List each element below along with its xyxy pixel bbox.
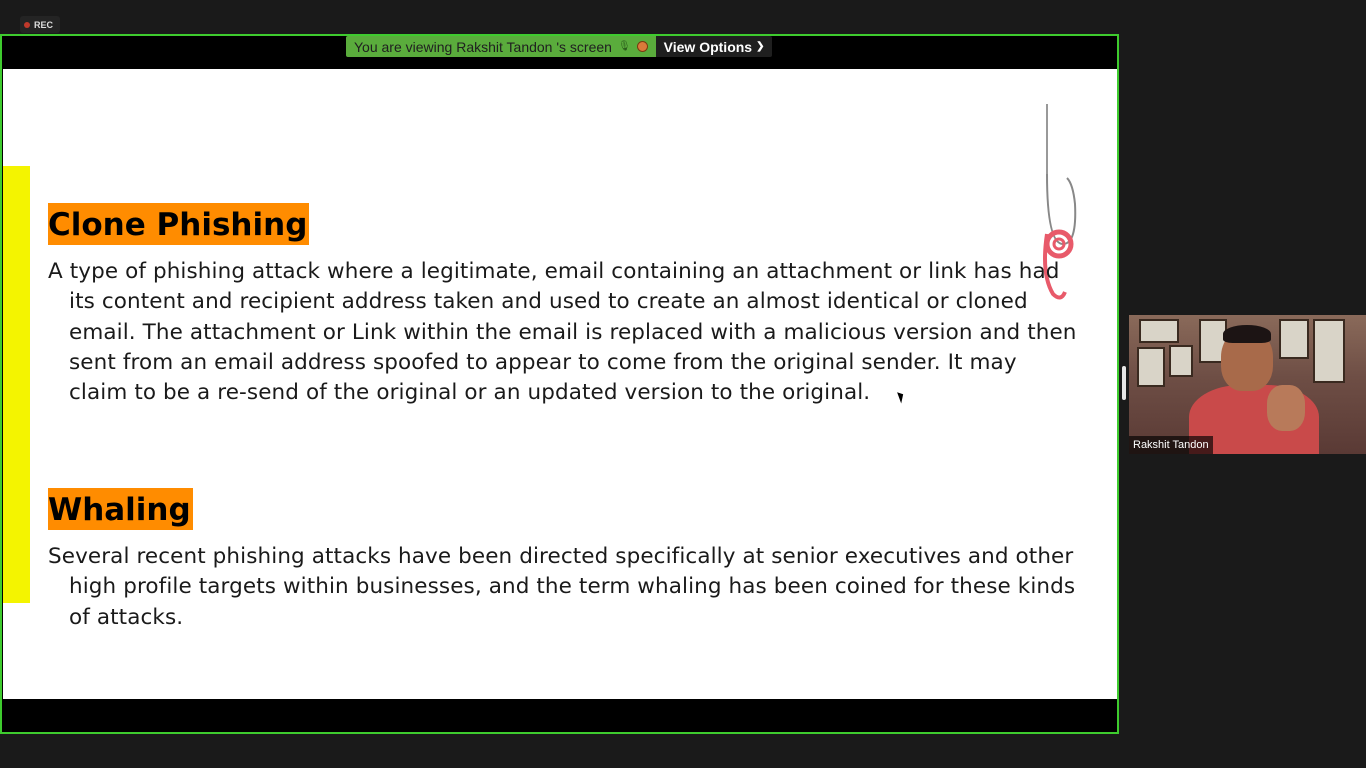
stop-share-icon[interactable] [636,41,648,52]
screen-share-frame: You are viewing Rakshit Tandon 's screen… [0,34,1119,734]
view-options-label: View Options [663,38,753,55]
share-bottom-bar [2,699,1117,732]
viewing-status-text: You are viewing Rakshit Tandon 's screen [354,38,612,55]
viewing-banner: You are viewing Rakshit Tandon 's screen… [346,36,773,57]
chevron-down-icon: ❯ [756,41,765,52]
panel-resize-handle[interactable] [1122,366,1126,400]
wall-frame-decor [1137,347,1165,387]
slide-heading-whaling: Whaling [48,488,193,530]
wall-frame-decor [1279,319,1309,359]
recording-dot-icon [24,21,30,28]
participant-hand [1267,385,1305,431]
slide-paragraph-clone-phishing: A type of phishing attack where a legiti… [48,259,1077,406]
wall-frame-decor [1313,319,1345,383]
viewing-status: You are viewing Rakshit Tandon 's screen… [346,36,656,57]
presentation-slide: Clone Phishing A type of phishing attack… [3,69,1117,699]
share-top-bar: You are viewing Rakshit Tandon 's screen… [2,36,1117,69]
slide-heading-clone-phishing: Clone Phishing [48,203,310,245]
participant-name-label: Rakshit Tandon [1129,436,1213,454]
wall-frame-decor [1169,345,1193,377]
participant-hair [1223,325,1271,343]
wall-frame-decor [1139,319,1179,343]
slide-paragraph-whaling: Several recent phishing attacks have bee… [48,544,1076,630]
mic-icon: 🎙 [617,41,631,52]
view-options-button[interactable]: View Options ❯ [655,36,773,57]
recording-indicator: REC [20,16,60,33]
recording-label: REC [34,19,54,30]
participant-video-tile[interactable]: Rakshit Tandon [1129,315,1366,454]
slide-accent-bar [3,166,30,603]
